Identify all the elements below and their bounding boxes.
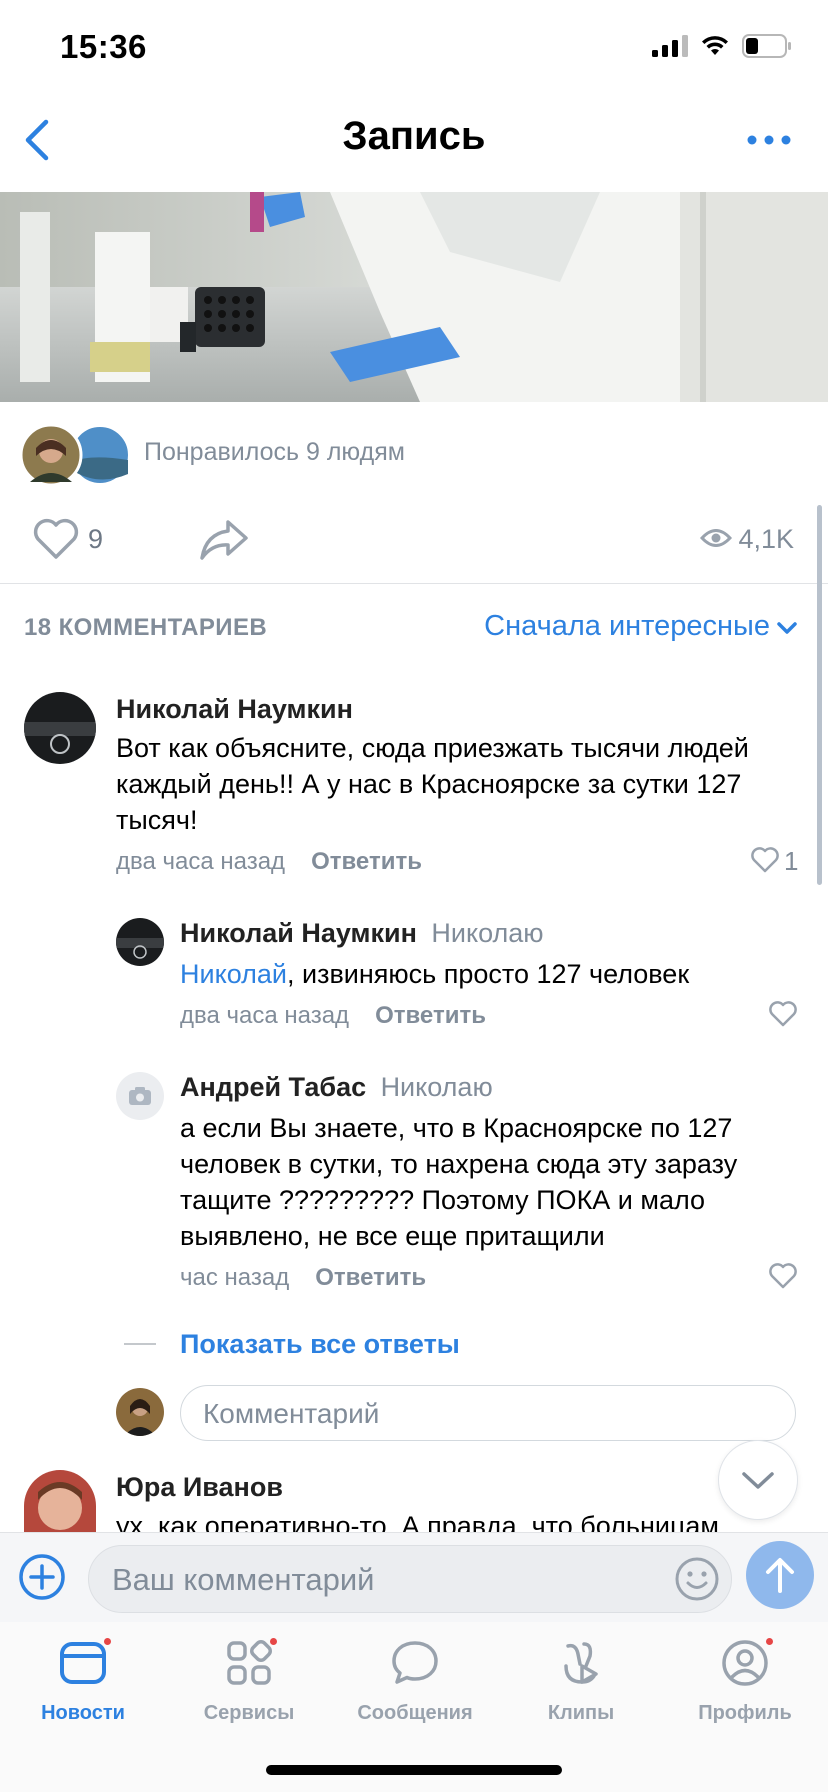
- like-count: 9: [88, 524, 104, 554]
- divider-line: [124, 1343, 156, 1345]
- share-icon[interactable]: [198, 518, 250, 562]
- avatar: [116, 1388, 164, 1436]
- scrollbar[interactable]: [817, 505, 822, 885]
- reply-comment-input[interactable]: Комментарий: [180, 1385, 796, 1441]
- comment-like-count: 1: [784, 846, 799, 876]
- tab-news[interactable]: Новости: [0, 1636, 166, 1725]
- comment-text: ух, как оперативно-то. А правда, что бол…: [116, 1511, 719, 1532]
- heart-icon[interactable]: [768, 1000, 798, 1028]
- reply-header: Андрей Табас Николаю: [180, 1072, 493, 1103]
- avatar[interactable]: [116, 918, 164, 966]
- scroll-down-button[interactable]: [718, 1440, 798, 1520]
- reply-button[interactable]: Ответить: [375, 1002, 486, 1029]
- heart-icon[interactable]: [750, 846, 780, 874]
- divider: [0, 583, 828, 584]
- add-attachment-icon[interactable]: [18, 1553, 66, 1601]
- views-icon: [700, 529, 732, 547]
- comments-count: 18 КОММЕНТАРИЕВ: [24, 614, 268, 641]
- sort-selector[interactable]: Сначала интересные: [484, 610, 770, 643]
- status-icons: [652, 34, 792, 58]
- post-photo[interactable]: [0, 192, 828, 402]
- chevron-down-icon: [742, 1472, 774, 1489]
- reply-meta: два часа назад Ответить: [180, 1002, 486, 1030]
- arrow-up-icon: [766, 1558, 794, 1593]
- page-title: Запись: [342, 114, 486, 158]
- clips-icon: [564, 1642, 598, 1684]
- reply-author[interactable]: Николай Наумкин: [180, 918, 417, 948]
- comment-text: Вот как объясните, сюда приезжать тысячи…: [116, 733, 749, 835]
- like-icon[interactable]: [32, 518, 80, 560]
- reply-to: Николаю: [431, 918, 544, 948]
- messages-icon: [392, 1641, 438, 1684]
- send-button[interactable]: [746, 1541, 814, 1609]
- reply-header: Николай Наумкин Николаю: [180, 918, 544, 949]
- reply-text: а если Вы знаете, что в Красноярске по 1…: [180, 1113, 738, 1251]
- reply-button[interactable]: Ответить: [315, 1264, 426, 1291]
- more-icon[interactable]: [746, 128, 792, 152]
- tab-clips[interactable]: Клипы: [498, 1636, 664, 1725]
- tab-messages[interactable]: Сообщения: [332, 1636, 498, 1725]
- home-indicator[interactable]: [266, 1765, 562, 1775]
- notification-dot: [102, 1636, 113, 1647]
- comment-time: два часа назад: [116, 848, 286, 875]
- heart-icon[interactable]: [768, 1262, 798, 1290]
- notification-dot: [268, 1636, 279, 1647]
- tab-services[interactable]: Сервисы: [166, 1636, 332, 1725]
- avatar[interactable]: [116, 1072, 164, 1120]
- views-count: 4,1K: [738, 524, 794, 554]
- tab-profile[interactable]: Профиль: [662, 1636, 828, 1725]
- comment-meta: два часа назад Ответить: [116, 848, 422, 876]
- avatar[interactable]: [24, 1470, 96, 1532]
- avatar[interactable]: [24, 692, 96, 764]
- comment-input-placeholder: Ваш комментарий: [112, 1562, 375, 1597]
- reply-meta: час назад Ответить: [180, 1264, 426, 1292]
- reply-time: два часа назад: [180, 1002, 350, 1029]
- comment-author[interactable]: Юра Иванов: [116, 1472, 283, 1503]
- comment-text-clip: ух, как оперативно-то. А правда, что бол…: [116, 1508, 776, 1532]
- reply-time: час назад: [180, 1264, 290, 1291]
- chevron-down-icon[interactable]: [776, 620, 798, 636]
- wifi-icon: [702, 36, 728, 55]
- reply-button[interactable]: Ответить: [311, 848, 422, 875]
- comment-author[interactable]: Николай Наумкин: [116, 694, 353, 725]
- liked-by-text[interactable]: Понравилось 9 людям: [144, 438, 405, 467]
- liked-by-avatars[interactable]: [19, 423, 130, 487]
- reply-text: Николай, извиняюсь просто 127 человек: [180, 959, 690, 989]
- camera-icon: [129, 1087, 151, 1105]
- reply-to: Николаю: [380, 1072, 493, 1102]
- notification-dot: [764, 1636, 775, 1647]
- emoji-icon[interactable]: [674, 1556, 720, 1602]
- reply-author[interactable]: Андрей Табас: [180, 1072, 366, 1102]
- show-all-replies-button[interactable]: Показать все ответы: [180, 1329, 460, 1360]
- battery-icon: [742, 34, 791, 58]
- signal-icon: [652, 35, 688, 57]
- mention-link[interactable]: Николай: [180, 959, 287, 989]
- status-time: 15:36: [60, 28, 147, 65]
